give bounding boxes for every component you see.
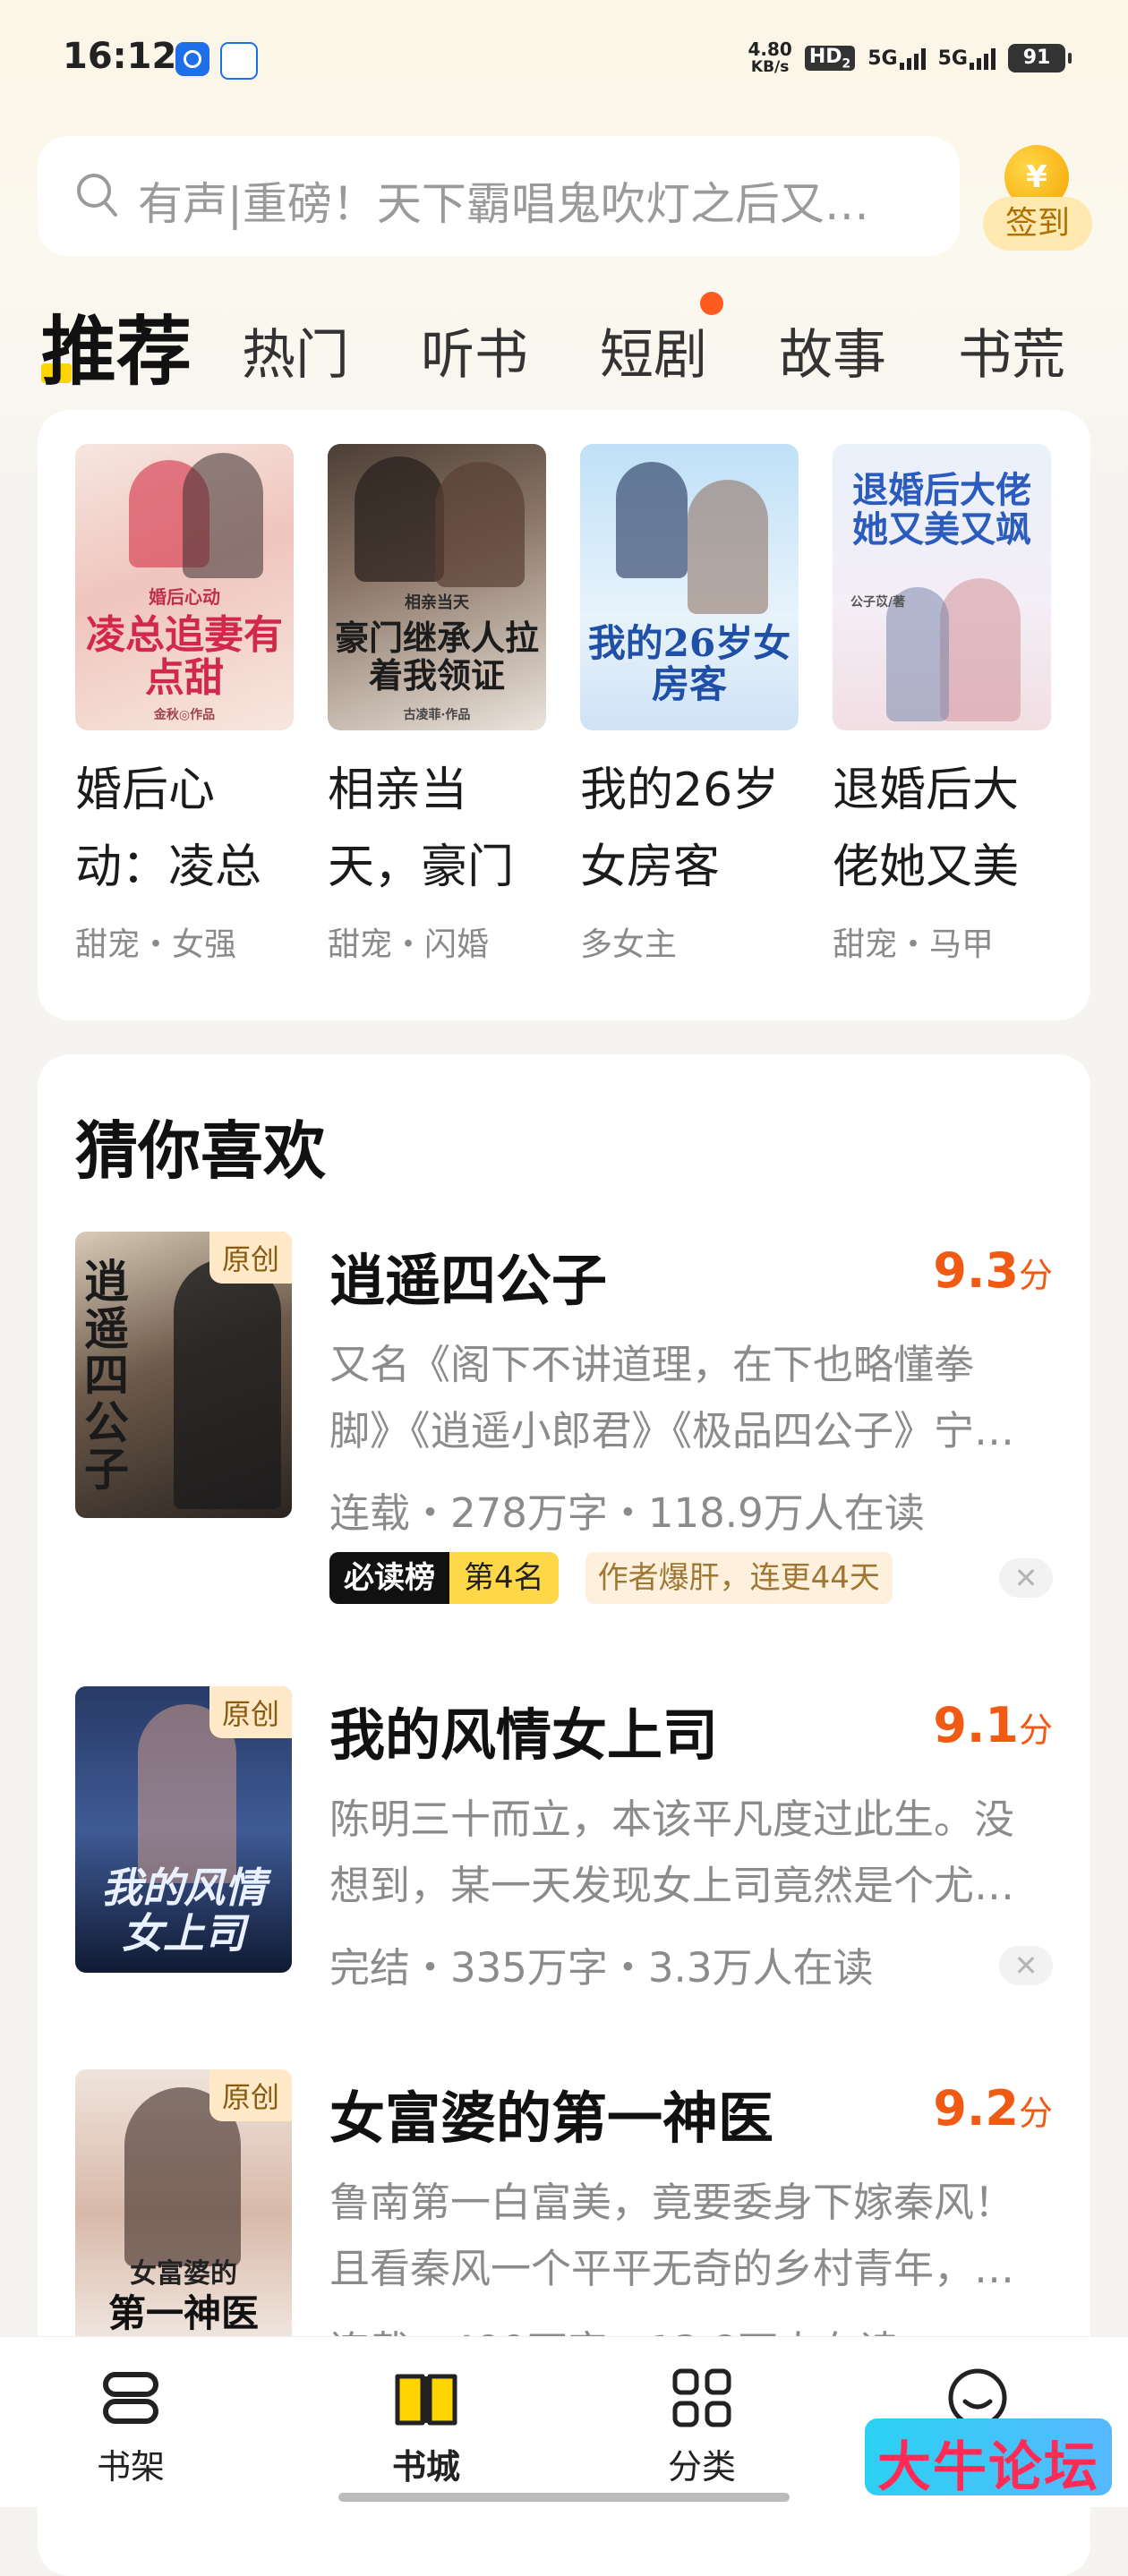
tab-book-shortage[interactable]: 书荒 <box>958 311 1065 389</box>
tab-short-drama[interactable]: 短剧 <box>600 311 707 389</box>
book-tags: 甜宠・马甲 <box>833 926 995 963</box>
signal-icon: 5G <box>867 47 926 70</box>
book-tags: 多女主 <box>580 926 678 963</box>
book-cover: 女富婆的 第一神医 原创 <box>75 2069 292 2356</box>
book-description: 又名《阁下不讲道理，在下也略懂拳 脚》《逍遥小郎君》《极品四公子》宁… <box>329 1341 1015 1454</box>
book-cover: 我的风情女上司 原创 <box>75 1686 292 1973</box>
rank-badge[interactable]: 必读榜 第4名 <box>329 1552 559 1604</box>
search-input[interactable]: 有声|重磅！天下霸唱鬼吹灯之后又… <box>38 136 960 256</box>
nav-bookshelf[interactable]: 书架 <box>68 2364 193 2488</box>
book-cover: 逍遥四公子 原创 <box>75 1232 292 1518</box>
book-item[interactable]: 逍遥四公子 原创 逍遥四公子 9.3分 又名《阁下不讲道理，在下也略懂拳 脚》《… <box>38 1232 1090 1625</box>
open-book-icon <box>395 2374 457 2426</box>
dismiss-button[interactable]: ✕ <box>999 1946 1053 1985</box>
book-score: 9.2分 <box>933 2080 1053 2137</box>
book-score: 9.1分 <box>933 1697 1053 1753</box>
book-description: 鲁南第一白富美，竟要委身下嫁秦风！ 且看秦风一个平平无奇的乡村青年，… <box>329 2179 1015 2292</box>
tab-story[interactable]: 故事 <box>779 311 886 389</box>
update-badge: 作者爆肝，连更44天 <box>585 1552 893 1604</box>
tab-hot[interactable]: 热门 <box>242 311 349 389</box>
status-time: 16:12 <box>63 36 177 77</box>
book-meta: 完结・335万字・3.3万人在读 <box>329 1944 874 1992</box>
checkin-button[interactable]: ¥ 签到 <box>983 145 1092 252</box>
book-title: 退婚后大佬她又美 <box>833 763 1020 894</box>
status-indicators: 4.80 KB/s HD2 5G 5G 91 <box>748 36 1072 81</box>
book-cover: 婚后心动 凌总追妻有点甜 金秋◎作品 <box>75 444 294 730</box>
book-meta: 连载・278万字・118.9万人在读 <box>329 1489 925 1537</box>
book-description: 陈明三十而立，本该平凡度过此生。没 想到，某一天发现女上司竟然是个尤… <box>329 1796 1015 1909</box>
original-badge: 原创 <box>209 1686 292 1738</box>
bookshelf-icon <box>103 2372 158 2424</box>
battery-icon: 91 <box>1008 44 1072 73</box>
book-cover: 退婚后大佬她又美又飒 公子苡/著 <box>833 444 1051 730</box>
book-title: 我的26岁女房客 <box>580 763 780 894</box>
signal-icon: 5G <box>938 47 996 70</box>
book-cover: 我的26岁女房客 <box>580 444 799 730</box>
search-icon <box>77 174 117 217</box>
book-title: 我的风情女上司 <box>329 1702 719 1768</box>
book-title: 逍遥四公子 <box>329 1248 608 1313</box>
recommend-card: 婚后心动 凌总追妻有点甜 金秋◎作品 婚后心动：凌总 甜宠・女强 相亲当天 豪门… <box>38 410 1090 1020</box>
hd-voice-icon: HD2 <box>804 45 856 72</box>
book-badges: 必读榜 第4名 作者爆肝，连更44天 <box>329 1552 893 1604</box>
forum-watermark: 大牛论坛 <box>865 2418 1112 2499</box>
book-cover: 相亲当天 豪门继承人拉着我领证 古凌菲·作品 <box>328 444 546 730</box>
book-score: 9.3分 <box>933 1242 1053 1299</box>
original-badge: 原创 <box>209 1232 292 1284</box>
book-item[interactable]: 我的风情女上司 原创 我的风情女上司 9.1分 陈明三十而立，本该平凡度过此生。… <box>38 1686 1090 2009</box>
status-bar: 16:12 4.80 KB/s HD2 5G 5G 91 <box>0 0 1128 116</box>
home-indicator[interactable] <box>338 2493 790 2502</box>
book-title: 婚后心动：凌总 <box>75 763 262 894</box>
book-title: 相亲当天，豪门 <box>328 763 515 894</box>
category-tabs: 推荐 热门 听书 短剧 故事 书荒 <box>41 285 1115 396</box>
search-placeholder: 有声|重磅！天下霸唱鬼吹灯之后又… <box>138 178 869 230</box>
checkin-label: 签到 <box>983 197 1092 251</box>
app-notification-icon <box>175 42 209 76</box>
grid-icon <box>672 2368 731 2427</box>
net-speed: 4.80 KB/s <box>748 38 792 76</box>
nav-category[interactable]: 分类 <box>639 2364 765 2488</box>
tab-recommend[interactable]: 推荐 <box>41 292 192 400</box>
dismiss-button[interactable]: ✕ <box>999 1558 1053 1598</box>
original-badge: 原创 <box>209 2069 292 2121</box>
book-item[interactable]: 女富婆的 第一神医 原创 女富婆的第一神医 9.2分 鲁南第一白富美，竟要委身下… <box>38 2069 1090 2375</box>
tab-audiobook[interactable]: 听书 <box>421 311 528 389</box>
nav-bookstore[interactable]: 书城 <box>363 2364 489 2488</box>
book-title: 女富婆的第一神医 <box>329 2086 774 2151</box>
new-dot-indicator <box>700 292 723 315</box>
book-tags: 甜宠・闪婚 <box>328 926 490 963</box>
app-notification-icon <box>220 42 258 80</box>
book-tags: 甜宠・女强 <box>75 926 237 963</box>
section-title: 猜你喜欢 <box>75 1114 326 1188</box>
